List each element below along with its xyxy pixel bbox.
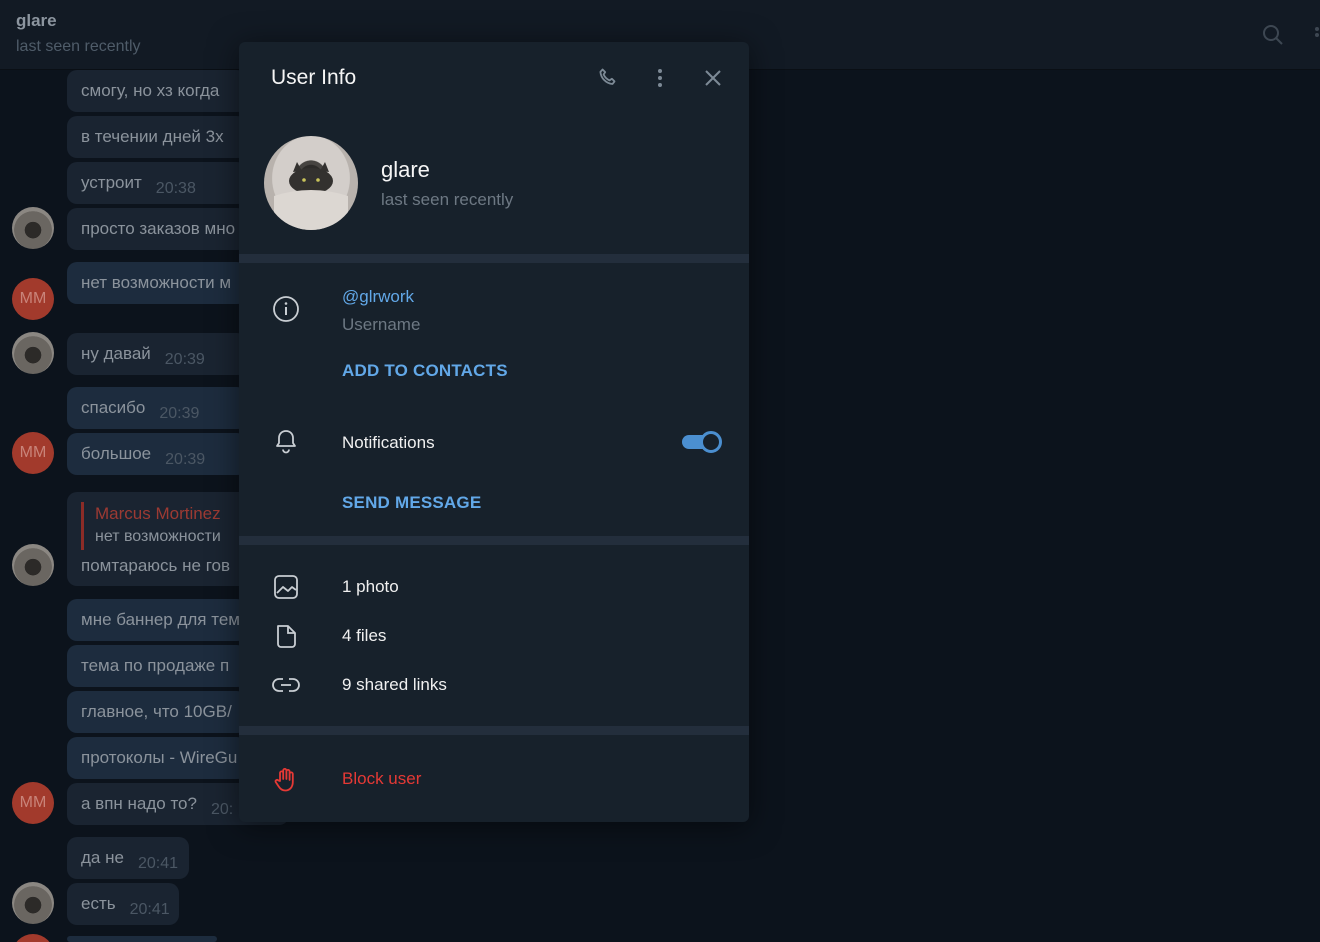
bell-icon <box>271 426 301 456</box>
message-bubble[interactable] <box>67 936 217 942</box>
toggle-knob <box>700 431 722 453</box>
more-icon[interactable] <box>1312 24 1320 46</box>
message-text: нет возможности м <box>81 273 232 292</box>
avatar[interactable] <box>12 934 54 942</box>
message-text: в течении дней 3х <box>81 127 224 146</box>
message-text: просто заказов мно <box>81 219 236 238</box>
reply-bar <box>81 502 84 550</box>
message-bubble[interactable]: протоколы - WireGu <box>67 737 247 779</box>
profile-name: glare <box>381 157 430 182</box>
message-bubble[interactable]: спасибо 20:39 <box>67 387 247 429</box>
profile-avatar[interactable] <box>264 136 358 230</box>
hand-stop-icon <box>271 764 301 794</box>
message-text: спасибо <box>81 398 146 417</box>
avatar[interactable] <box>12 544 54 586</box>
message-text: смогу, но хз когда <box>81 81 220 100</box>
notifications-toggle[interactable] <box>682 431 722 453</box>
message-text: есть <box>81 894 116 913</box>
message-text: протоколы - WireGu <box>81 748 238 767</box>
send-message-button[interactable]: SEND MESSAGE <box>342 493 481 513</box>
user-info-dialog: User Info glare last seen recently @glrw… <box>239 42 749 822</box>
message-bubble[interactable]: главное, что 10GB/ <box>67 691 247 733</box>
message-bubble[interactable]: просто заказов мно <box>67 208 247 250</box>
message-bubble[interactable]: большое 20:39 <box>67 433 247 475</box>
shared-links-link[interactable]: 9 shared links <box>342 675 447 695</box>
message-text: а впн надо то? <box>81 794 197 813</box>
avatar[interactable] <box>12 207 54 249</box>
chat-title[interactable]: glare <box>16 11 57 31</box>
more-vertical-icon[interactable] <box>646 64 674 92</box>
reply-author[interactable]: Marcus Mortinez <box>95 504 221 524</box>
avatar[interactable] <box>12 332 54 374</box>
phone-icon[interactable] <box>594 64 622 92</box>
message-time: 20:39 <box>164 351 205 368</box>
section-divider <box>239 536 749 545</box>
search-icon[interactable] <box>1262 24 1284 46</box>
link-icon <box>271 670 301 700</box>
message-text: тема по продаже п <box>81 656 230 675</box>
section-divider <box>239 254 749 263</box>
avatar[interactable]: MM <box>12 432 54 474</box>
message-time: 20:38 <box>155 180 196 197</box>
files-link[interactable]: 4 files <box>342 626 386 646</box>
photos-link[interactable]: 1 photo <box>342 577 399 597</box>
message-time: 20:39 <box>165 451 206 468</box>
message-bubble[interactable]: тема по продаже п <box>67 645 247 687</box>
message-bubble[interactable]: устроит 20:38 <box>67 162 247 204</box>
message-text: помтараюсь не гов <box>81 556 231 575</box>
message-text: устроит <box>81 173 142 192</box>
message-bubble[interactable]: ну давай 20:39 <box>67 333 247 375</box>
message-bubble[interactable]: смогу, но хз когда <box>67 70 247 112</box>
message-text: главное, что 10GB/ <box>81 702 232 721</box>
message-bubble[interactable]: есть 20:41 <box>67 883 179 925</box>
message-bubble[interactable]: нет возможности м <box>67 262 247 304</box>
file-icon <box>271 621 301 651</box>
message-time: 20:39 <box>159 405 200 422</box>
info-icon <box>271 294 301 324</box>
username-link[interactable]: @glrwork <box>342 287 414 307</box>
message-time: 20: <box>210 801 234 818</box>
username-label: Username <box>342 315 421 334</box>
section-divider <box>239 726 749 735</box>
avatar[interactable]: MM <box>12 278 54 320</box>
close-icon[interactable] <box>699 64 727 92</box>
reply-message-bubble[interactable]: Marcus Mortinez нет возможности помтараю… <box>67 492 267 586</box>
notifications-label: Notifications <box>342 433 435 452</box>
photo-icon <box>271 572 301 602</box>
message-text: мне баннер для тем <box>81 610 240 629</box>
add-to-contacts-button[interactable]: ADD TO CONTACTS <box>342 361 508 381</box>
message-bubble[interactable]: да не 20:41 <box>67 837 189 879</box>
message-bubble[interactable]: мне баннер для тем <box>67 599 247 641</box>
avatar[interactable]: MM <box>12 782 54 824</box>
message-time: 20:41 <box>129 901 170 918</box>
reply-quote[interactable]: нет возможности <box>95 528 221 546</box>
profile-status: last seen recently <box>381 190 514 209</box>
message-text: ну давай <box>81 344 151 363</box>
dialog-title: User Info <box>271 66 357 89</box>
avatar[interactable] <box>12 882 54 924</box>
block-user-button[interactable]: Block user <box>342 769 421 789</box>
message-time: 20:41 <box>137 855 178 872</box>
message-text: да не <box>81 848 124 867</box>
message-text: большое <box>81 444 152 463</box>
message-bubble[interactable]: в течении дней 3х <box>67 116 247 158</box>
chat-status: last seen recently <box>16 38 141 55</box>
